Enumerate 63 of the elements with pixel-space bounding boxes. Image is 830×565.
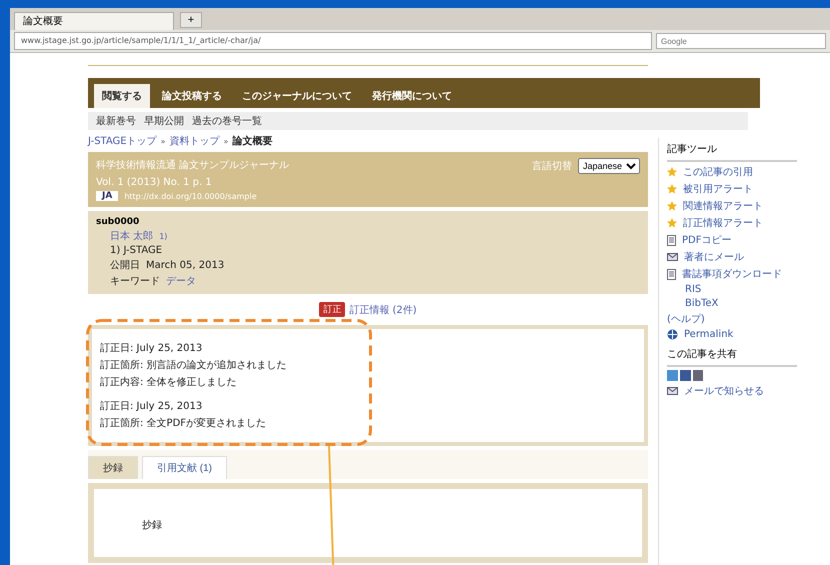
tools-heading: 記事ツール — [667, 138, 797, 162]
published-date: March 05, 2013 — [146, 260, 224, 270]
errata-link[interactable]: 訂正情報 (2件) — [349, 302, 417, 316]
tool-link[interactable]: 訂正情報アラート — [683, 216, 763, 230]
share-heading: この記事を共有 — [667, 343, 797, 367]
breadcrumb-link[interactable]: 資料トップ — [170, 134, 220, 148]
sub-nav-link[interactable]: 過去の巻号一覧 — [192, 114, 262, 128]
address-field[interactable]: www.jstage.jst.go.jp/article/sample/1/1/1_1/_article/-char/ja/ — [14, 32, 652, 50]
tool-link[interactable]: BibTeX — [667, 298, 718, 309]
mail-icon — [667, 253, 678, 261]
content-tab[interactable]: 引用文献 (1) — [142, 456, 227, 479]
breadcrumb-link[interactable]: J-STAGEトップ — [88, 134, 157, 148]
sub-nav-link[interactable]: 早期公開 — [144, 114, 184, 128]
star-icon — [667, 201, 677, 211]
tool-link[interactable]: (ヘルプ) — [667, 312, 705, 326]
document-icon — [667, 268, 676, 280]
nav-tab[interactable]: 閲覧する — [94, 84, 150, 108]
abstract-heading: 抄録 — [142, 520, 162, 531]
correction-line: 訂正箇所: 別言語の論文が追加されました — [100, 358, 288, 372]
nav-tab[interactable]: 論文投稿する — [154, 84, 230, 108]
correction-line: 訂正日: July 25, 2013 — [100, 400, 204, 413]
article-id: sub0000 — [96, 217, 140, 227]
language-select[interactable]: Japanese — [578, 158, 640, 174]
affiliation: 1) J-STAGE — [110, 245, 162, 256]
correction-line: 訂正内容: 全体を修正しました — [100, 376, 238, 389]
sub-nav-link[interactable]: 最新巻号 — [96, 114, 136, 128]
star-icon — [667, 218, 677, 228]
tool-link[interactable]: 関連情報アラート — [683, 199, 763, 213]
keyword-link[interactable]: データ — [166, 274, 196, 288]
language-badge: JA — [96, 191, 118, 201]
tool-link[interactable]: この記事の引用 — [683, 165, 753, 179]
globe-icon — [667, 329, 678, 340]
tool-link[interactable]: 被引用アラート — [683, 182, 753, 196]
tool-link[interactable]: PDFコピー — [682, 233, 732, 247]
tool-link[interactable]: 書誌事項ダウンロード — [682, 267, 782, 281]
search-field[interactable]: Google — [656, 33, 826, 49]
language-label: 言語切替 — [532, 160, 572, 173]
document-icon — [667, 234, 676, 246]
share-mail-link[interactable]: メールで知らせる — [684, 384, 764, 398]
mail-icon — [667, 387, 678, 395]
content-tab[interactable]: 抄録 — [88, 456, 138, 479]
tool-link[interactable]: Permalink — [684, 329, 734, 340]
breadcrumb-separator: » — [224, 136, 228, 146]
affiliation-mark: 1) — [159, 232, 168, 240]
journal-title: 科学技術情報流通 論文サンプルジャーナル — [96, 158, 290, 173]
breadcrumb-link[interactable]: 論文概要 — [232, 134, 272, 148]
share-icons[interactable] — [667, 370, 703, 381]
nav-tab[interactable]: このジャーナルについて — [234, 84, 360, 108]
nav-tab[interactable]: 発行機関について — [364, 84, 460, 108]
correction-line: 訂正箇所: 全文PDFが変更されました — [100, 416, 268, 430]
new-tab-button[interactable]: + — [180, 12, 202, 28]
keywords-label: キーワード — [110, 275, 160, 288]
breadcrumb-separator: » — [160, 136, 166, 146]
star-icon — [667, 167, 677, 177]
star-icon — [667, 184, 677, 194]
errata-badge: 訂正 — [319, 302, 346, 317]
tool-link[interactable]: RIS — [667, 284, 702, 295]
correction-line: 訂正日: July 25, 2013 — [100, 342, 204, 355]
published-label: 公開日 — [110, 259, 140, 272]
browser-tab[interactable]: 論文概要 — [14, 12, 174, 30]
volume-info: Vol. 1 (2013) No. 1 p. 1 — [96, 177, 213, 188]
author-link[interactable]: 日本 太郎 — [110, 229, 154, 243]
tool-link[interactable]: 著者にメール — [684, 250, 744, 264]
